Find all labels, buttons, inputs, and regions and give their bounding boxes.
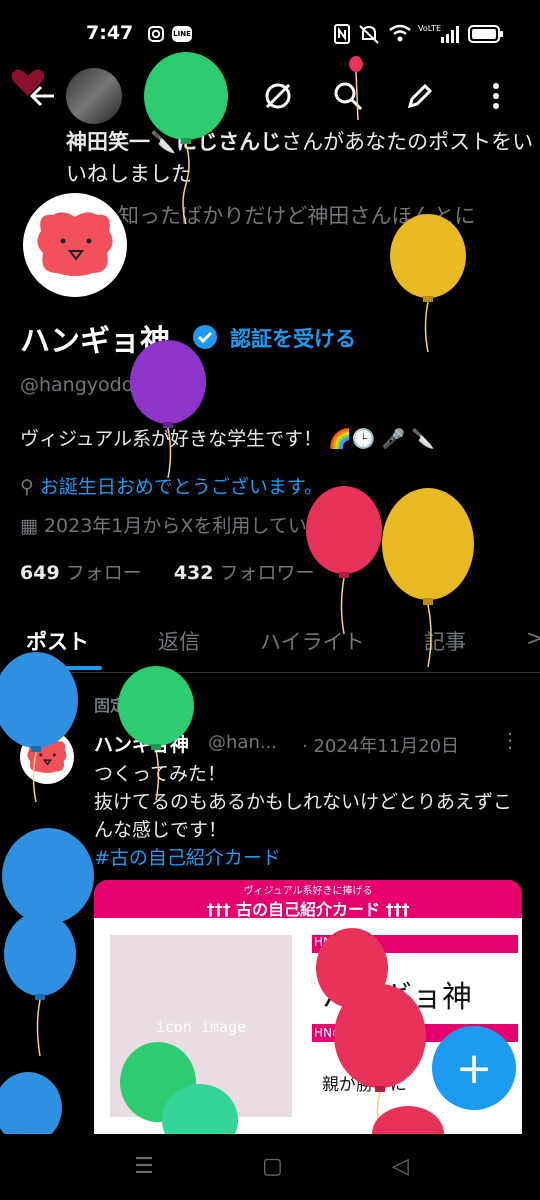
recent-apps-icon[interactable]: ☰ — [134, 1154, 154, 1179]
balloon-blue-icon — [0, 652, 78, 803]
heart-icon — [11, 69, 45, 96]
compose-post-button[interactable]: + — [432, 1026, 516, 1110]
balloon-red-icon — [316, 928, 426, 1133]
back-icon[interactable]: ◁ — [392, 1154, 409, 1179]
balloon-red-icon — [372, 1106, 444, 1134]
balloon-blue-icon — [0, 1072, 62, 1134]
home-icon[interactable]: ▢ — [262, 1154, 283, 1179]
balloon-green-icon — [118, 666, 194, 801]
balloon-red-icon — [306, 486, 382, 635]
balloon-blue-icon — [4, 912, 76, 1057]
balloon-yellow-icon — [390, 214, 466, 353]
balloon-yellow-icon — [382, 488, 474, 668]
balloon-green-icon — [120, 1042, 238, 1134]
balloon-purple-icon — [130, 340, 206, 479]
balloon-green-icon — [144, 52, 228, 225]
birthday-balloons-overlay — [0, 52, 474, 1134]
system-nav-bar: ☰ ▢ ◁ — [0, 1134, 540, 1200]
balloon-red-icon — [349, 56, 363, 121]
